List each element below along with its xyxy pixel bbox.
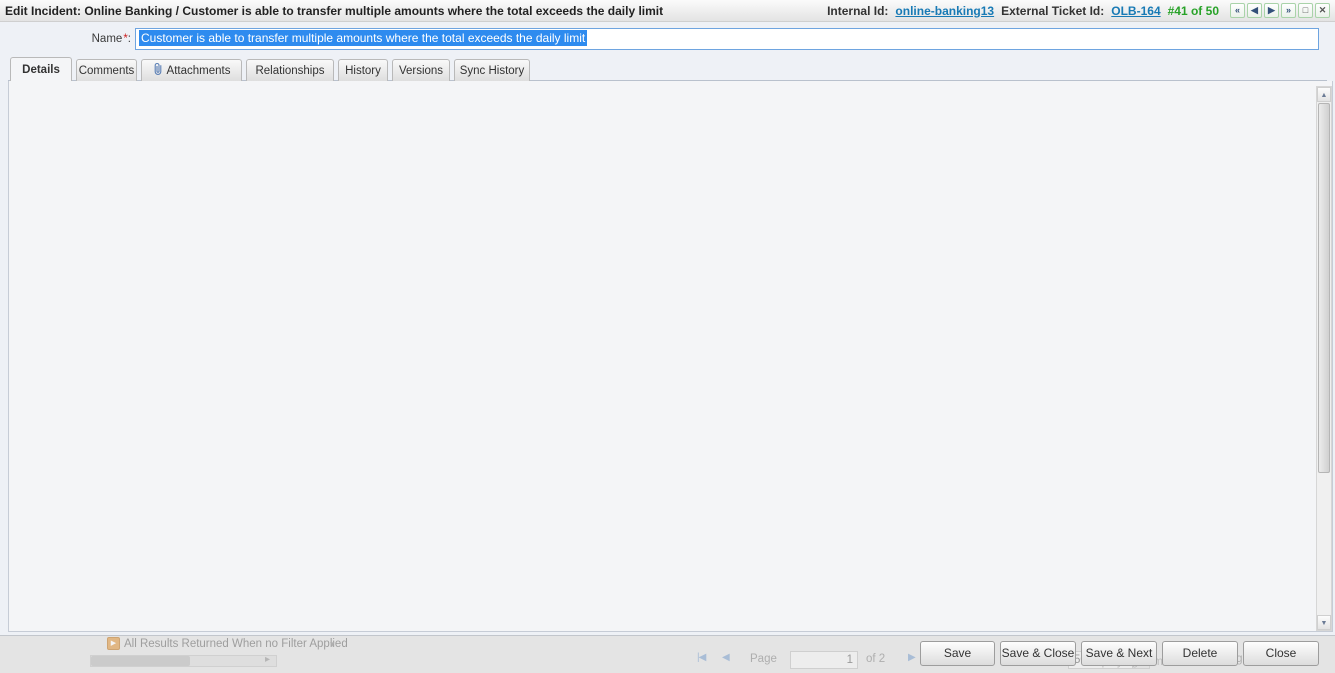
- tab-relationships[interactable]: Relationships: [246, 59, 334, 81]
- tab-details[interactable]: Details: [10, 57, 72, 81]
- tab-versions[interactable]: Versions: [392, 59, 450, 81]
- internal-id-label: Internal Id:: [827, 4, 888, 18]
- tab-sync-history[interactable]: Sync History: [454, 59, 530, 81]
- window-title: Edit Incident: Online Banking / Customer…: [5, 4, 663, 18]
- name-field-label: Name*:: [20, 33, 131, 45]
- record-position-badge: #41 of 50: [1168, 4, 1219, 18]
- last-record-button[interactable]: »: [1281, 3, 1296, 18]
- save-and-close-button[interactable]: Save & Close: [1000, 641, 1076, 666]
- scroll-up-icon[interactable]: ▲: [1317, 87, 1331, 102]
- filter-play-icon: ▶: [107, 637, 120, 650]
- tab-attachments[interactable]: Attachments: [141, 59, 242, 81]
- delete-button[interactable]: Delete: [1162, 641, 1238, 666]
- external-ticket-id-label: External Ticket Id:: [1001, 4, 1104, 18]
- next-record-button[interactable]: ▶: [1264, 3, 1279, 18]
- internal-id-link[interactable]: online-banking13: [895, 4, 994, 18]
- form-scrollbar[interactable]: ▲ ▼: [1316, 86, 1332, 631]
- maximize-button[interactable]: □: [1298, 3, 1313, 18]
- scrollbar-thumb[interactable]: [1318, 103, 1330, 473]
- previous-record-button[interactable]: ◀: [1247, 3, 1262, 18]
- save-button[interactable]: Save: [920, 641, 995, 666]
- external-ticket-id-link[interactable]: OLB-164: [1111, 4, 1160, 18]
- window-titlebar: Edit Incident: Online Banking / Customer…: [0, 0, 1335, 22]
- close-button[interactable]: Close: [1243, 641, 1319, 666]
- tab-comments[interactable]: Comments: [76, 59, 137, 81]
- page-first-icon: |◀: [697, 652, 705, 663]
- page-label: Page: [750, 653, 777, 665]
- name-input[interactable]: Customer is able to transfer multiple am…: [135, 28, 1319, 50]
- tab-history[interactable]: History: [338, 59, 388, 81]
- scroll-down-icon[interactable]: ▼: [1317, 615, 1331, 630]
- page-prev-icon: ◀: [722, 652, 729, 663]
- name-selected-text: Customer is able to transfer multiple am…: [139, 30, 587, 46]
- background-hscrollbar-arrow-icon: ▸: [265, 654, 270, 665]
- page-next-icon: ▶: [908, 652, 915, 663]
- background-hscrollbar-thumb: [91, 656, 190, 666]
- details-form-panel: [8, 81, 1333, 632]
- page-of-label: of 2: [866, 653, 885, 665]
- save-and-next-button[interactable]: Save & Next: [1081, 641, 1157, 666]
- background-filter-label: All Results Returned When no Filter Appl…: [124, 638, 348, 650]
- chevron-down-icon: ▾: [330, 639, 335, 650]
- edit-incident-window: Edit Incident: Online Banking / Customer…: [0, 0, 1335, 636]
- first-record-button[interactable]: «: [1230, 3, 1245, 18]
- paperclip-icon: [153, 62, 163, 79]
- page-number-input: 1: [790, 651, 858, 669]
- close-window-button[interactable]: ✕: [1315, 3, 1330, 18]
